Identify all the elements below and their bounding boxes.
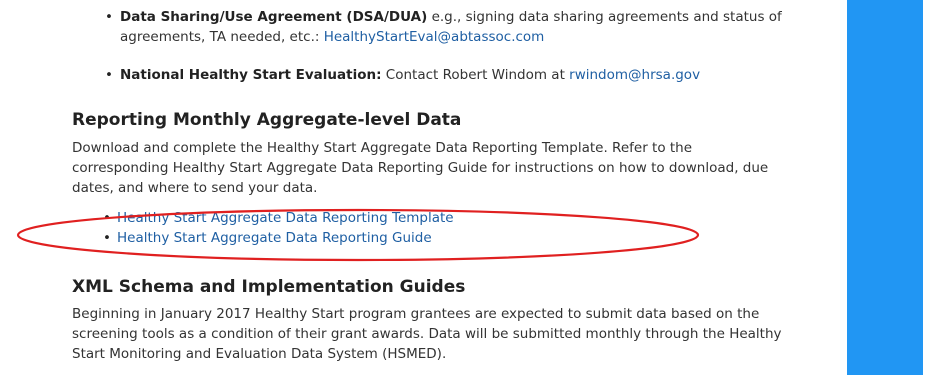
email-link[interactable]: HealthyStartEval@abtassoc.com [324,29,545,45]
contact-label: Data Sharing/Use Agreement (DSA/DUA) [120,9,428,25]
main-content: Data Sharing/Use Agreement (DSA/DUA) e.g… [0,0,846,375]
annotation-ellipse [16,208,700,262]
sidebar-panel [847,0,923,375]
section-heading-reporting: Reporting Monthly Aggregate-level Data [72,110,462,130]
email-link[interactable]: rwindom@hrsa.gov [569,67,700,83]
list-item: National Healthy Start Evaluation: Conta… [100,65,790,85]
contact-label: National Healthy Start Evaluation: [120,67,382,83]
contact-text: Contact Robert Windom at [381,67,570,83]
annotation-ellipse-shape [16,208,700,262]
list-item: Data Sharing/Use Agreement (DSA/DUA) e.g… [100,7,790,47]
contact-list: Data Sharing/Use Agreement (DSA/DUA) e.g… [100,7,790,85]
reporting-description: Download and complete the Healthy Start … [72,140,769,196]
xml-description: Beginning in January 2017 Healthy Start … [72,306,782,362]
section-heading-xml: XML Schema and Implementation Guides [72,277,466,297]
